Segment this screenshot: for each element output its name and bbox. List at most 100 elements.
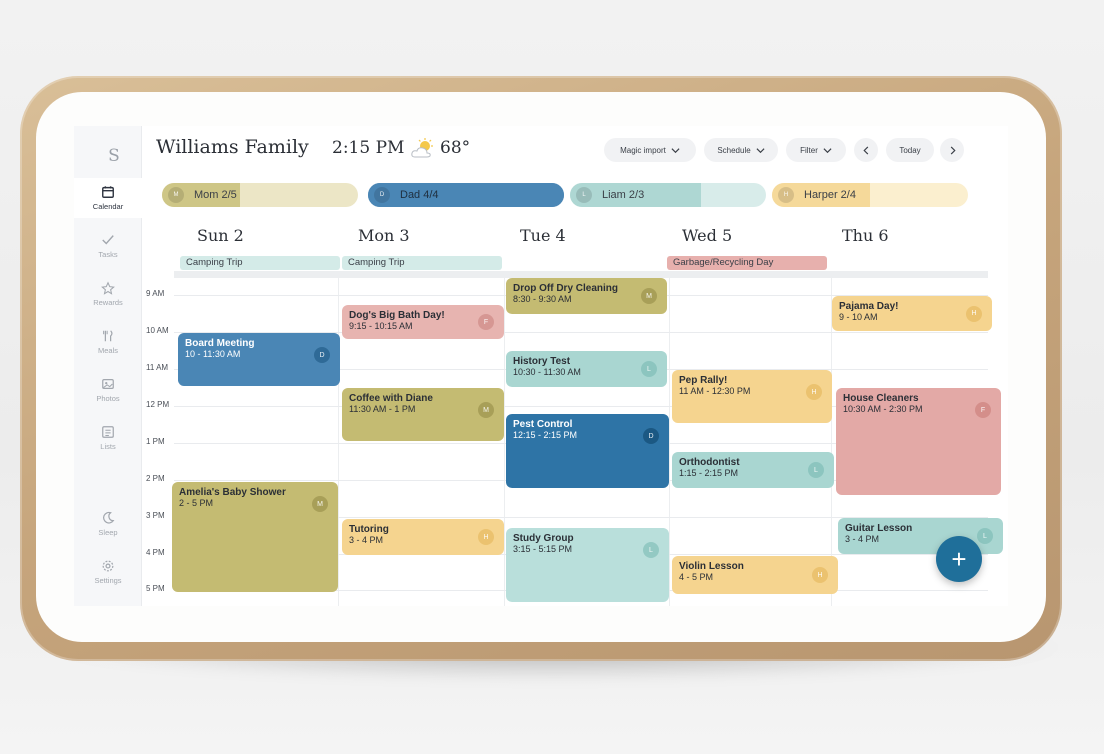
calendar-event[interactable]: Pajama Day! 9 - 10 AM H — [832, 296, 992, 331]
event-title: Violin Lesson — [679, 561, 744, 572]
event-time: 11:30 AM - 1 PM — [349, 404, 416, 414]
chevron-left-icon — [862, 145, 868, 155]
day-header-mon[interactable]: Mon 3 — [358, 226, 410, 245]
event-title: Amelia's Baby Shower — [179, 487, 286, 498]
magic-import-label: Magic import — [620, 145, 666, 155]
all-day-event[interactable]: Garbage/Recycling Day — [667, 256, 827, 270]
hour-label: 1 PM — [146, 437, 165, 446]
event-time: 10 - 11:30 AM — [185, 349, 241, 359]
event-owner-badge: L — [808, 462, 824, 478]
event-owner-badge: H — [812, 567, 828, 583]
calendar-event[interactable]: Study Group 3:15 - 5:15 PM L — [506, 528, 669, 602]
chevron-down-icon — [756, 147, 765, 153]
schedule-button[interactable]: Schedule — [704, 138, 778, 162]
person-label: Harper 2/4 — [804, 189, 856, 201]
event-owner-badge: L — [977, 528, 993, 544]
add-event-button[interactable]: + — [936, 536, 982, 582]
hour-label: 5 PM — [146, 584, 165, 593]
hour-label: 11 AM — [146, 363, 169, 372]
event-title: Guitar Lesson — [845, 523, 913, 534]
person-avatar: D — [374, 187, 390, 203]
event-time: 9:15 - 10:15 AM — [349, 321, 413, 331]
event-time: 8:30 - 9:30 AM — [513, 294, 572, 304]
event-owner-badge: M — [312, 496, 328, 512]
hour-label: 2 PM — [146, 474, 165, 483]
hour-label: 10 AM — [146, 326, 169, 335]
sidebar-item-calendar[interactable]: Calendar — [74, 178, 142, 218]
today-button[interactable]: Today — [886, 138, 934, 162]
calendar-event[interactable]: Drop Off Dry Cleaning 8:30 - 9:30 AM M — [506, 278, 667, 314]
event-owner-badge: H — [806, 384, 822, 400]
event-owner-badge: H — [966, 305, 982, 322]
event-time: 9 - 10 AM — [839, 312, 878, 322]
event-time: 3:15 - 5:15 PM — [513, 544, 573, 554]
filter-label: Filter — [800, 145, 818, 155]
family-avatar[interactable]: S — [94, 136, 134, 176]
week-grid: 9 AM 10 AM 11 AM 12 PM 1 PM 2 PM 3 PM 4 PM 5 PM B… — [74, 278, 1008, 606]
calendar-event[interactable]: Dog's Big Bath Day! 9:15 - 10:15 AM F — [342, 305, 504, 339]
filter-button[interactable]: Filter — [786, 138, 846, 162]
sidebar-item-label: Calendar — [92, 202, 124, 211]
event-title: Board Meeting — [185, 338, 255, 349]
day-header-wed[interactable]: Wed 5 — [682, 226, 732, 245]
event-time: 1:15 - 2:15 PM — [679, 468, 739, 478]
calendar-event[interactable]: Coffee with Diane 11:30 AM - 1 PM M — [342, 388, 504, 441]
progress-fill — [368, 183, 564, 207]
calendar-event[interactable]: Amelia's Baby Shower 2 - 5 PM M — [172, 482, 338, 592]
sidebar-item-tasks[interactable]: Tasks — [74, 226, 142, 266]
person-label: Liam 2/3 — [602, 189, 645, 201]
schedule-label: Schedule — [717, 145, 751, 155]
event-time: 10:30 AM - 2:30 PM — [843, 404, 923, 414]
day-header-tue[interactable]: Tue 4 — [520, 226, 566, 245]
today-label: Today — [899, 145, 921, 155]
calendar-event[interactable]: Violin Lesson 4 - 5 PM H — [672, 556, 838, 594]
previous-button[interactable] — [854, 138, 878, 162]
all-day-event[interactable]: Camping Trip — [180, 256, 340, 270]
event-title: Tutoring — [349, 524, 389, 535]
day-header-sun[interactable]: Sun 2 — [197, 226, 244, 245]
chevron-down-icon — [671, 147, 680, 153]
calendar-screen: S Calendar Tasks Rewards Meals Photos Li… — [74, 126, 1008, 606]
event-owner-badge: L — [643, 542, 659, 558]
event-time: 3 - 4 PM — [349, 535, 384, 545]
person-progress-chip[interactable]: H Harper 2/4 — [772, 183, 968, 207]
partly-sunny-icon — [411, 138, 433, 158]
calendar-event[interactable]: Board Meeting 10 - 11:30 AM D — [178, 333, 340, 386]
event-title: Pest Control — [513, 419, 573, 430]
column-divider — [504, 278, 505, 606]
event-owner-badge: F — [478, 314, 494, 330]
check-icon — [102, 235, 114, 245]
calendar-event[interactable]: House Cleaners 10:30 AM - 2:30 PM F — [836, 388, 1001, 495]
hour-label: 12 PM — [146, 400, 170, 409]
person-progress-chip[interactable]: L Liam 2/3 — [570, 183, 766, 207]
person-label: Dad 4/4 — [400, 189, 439, 201]
event-title: Dog's Big Bath Day! — [349, 310, 445, 321]
sidebar-item-label: Tasks — [98, 250, 118, 259]
event-title: History Test — [513, 356, 571, 367]
hour-label: 4 PM — [146, 548, 165, 557]
calendar-event[interactable]: Tutoring 3 - 4 PM H — [342, 519, 504, 555]
next-button[interactable] — [940, 138, 964, 162]
event-time: 12:15 - 2:15 PM — [513, 430, 578, 440]
person-progress-chip[interactable]: M Mom 2/5 — [162, 183, 358, 207]
all-day-event[interactable]: Camping Trip — [342, 256, 502, 270]
calendar-icon — [102, 186, 114, 198]
calendar-event[interactable]: Orthodontist 1:15 - 2:15 PM L — [672, 452, 834, 488]
all-day-divider — [174, 271, 988, 278]
current-time: 2:15 PM — [332, 138, 405, 158]
day-header-thu[interactable]: Thu 6 — [842, 226, 889, 245]
page-title: Williams Family — [156, 136, 309, 158]
calendar-event[interactable]: History Test 10:30 - 11:30 AM L — [506, 351, 667, 387]
magic-import-button[interactable]: Magic import — [604, 138, 696, 162]
hour-label: 9 AM — [146, 289, 165, 298]
column-divider — [669, 278, 670, 606]
hour-label: 3 PM — [146, 511, 165, 520]
event-time: 4 - 5 PM — [679, 572, 714, 582]
calendar-event[interactable]: Pep Rally! 11 AM - 12:30 PM H — [672, 370, 832, 423]
event-owner-badge: H — [478, 529, 494, 545]
calendar-event[interactable]: Pest Control 12:15 - 2:15 PM D — [506, 414, 669, 488]
event-owner-badge: D — [643, 428, 659, 444]
person-progress-chip[interactable]: D Dad 4/4 — [368, 183, 564, 207]
person-avatar: M — [168, 187, 184, 203]
person-label: Mom 2/5 — [194, 189, 237, 201]
